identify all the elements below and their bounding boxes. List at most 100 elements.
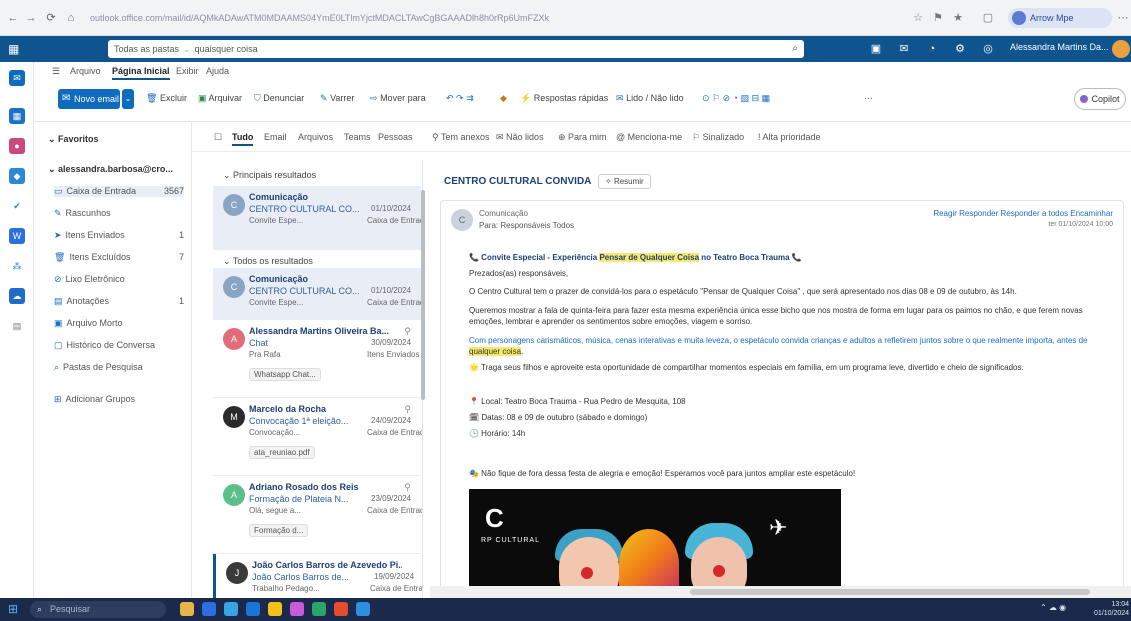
taskbar-app[interactable] — [180, 602, 194, 616]
tag-icon[interactable]: ◆ — [500, 93, 507, 104]
tab-menu-icon[interactable]: ☰ — [52, 66, 60, 77]
user-avatar[interactable] — [1112, 40, 1130, 58]
filter-menciona[interactable]: @ Menciona-me — [616, 132, 682, 142]
tab-arquivo[interactable]: Arquivo — [70, 66, 101, 76]
new-mail-dropdown[interactable]: ⌄ — [122, 89, 134, 109]
sender-name[interactable]: Comunicação — [479, 209, 528, 218]
taskbar-app[interactable] — [356, 602, 370, 616]
delete-button[interactable]: 🗑 Excluir — [146, 93, 187, 104]
filter-arquivos[interactable]: Arquivos — [298, 132, 333, 142]
folder-sent[interactable]: ➤ Itens Enviados 1 — [54, 230, 184, 241]
folder-notes[interactable]: ▤ Anotações 1 — [54, 296, 184, 307]
reading-scrollbar[interactable] — [430, 586, 1131, 598]
filter-email[interactable]: Email — [264, 132, 287, 142]
forward-icon[interactable]: → — [24, 11, 38, 25]
teams-icon[interactable]: ▣ — [868, 41, 884, 57]
system-tray[interactable]: ⌃ ☁ ◉ — [1040, 603, 1066, 612]
all-results-header[interactable]: ⌄ Todos os resultados — [223, 256, 313, 267]
filter-pessoas[interactable]: Pessoas — [378, 132, 413, 142]
megaphone-icon[interactable]: ✉ — [896, 41, 912, 57]
tab-pagina-inicial[interactable]: Página Inicial — [112, 66, 170, 80]
overflow-icon[interactable]: ⋯ — [864, 93, 873, 104]
collections-icon[interactable]: ▢ — [980, 10, 996, 26]
onedrive-icon[interactable]: ☁ — [9, 288, 25, 304]
list-item[interactable]: C Comunicação CENTRO CULTURAL CO... 01/1… — [213, 186, 422, 250]
new-mail-button[interactable]: ✉ Novo email — [58, 89, 120, 109]
calendar-icon[interactable]: ▦ — [9, 108, 25, 124]
taskbar-search[interactable]: ⌕ Pesquisar — [30, 601, 166, 618]
list-item[interactable]: A Adriano Rosado dos Reis ⚲ Formação de … — [213, 476, 422, 554]
taskbar-app[interactable] — [312, 602, 326, 616]
taskbar-app[interactable] — [202, 602, 216, 616]
add-group-button[interactable]: ⊞ Adicionar Grupos — [54, 394, 184, 405]
todo-icon[interactable]: ✔ — [9, 198, 25, 214]
folder-inbox[interactable]: ▭ Caixa de Entrada 3567 — [54, 186, 184, 197]
people-icon[interactable]: ● — [9, 138, 25, 154]
more-apps-icon[interactable]: ▤ — [9, 318, 25, 334]
tab-exibir[interactable]: Exibir — [176, 66, 199, 76]
list-item[interactable]: M Marcelo da Rocha ⚲ Convocação 1ª eleiç… — [213, 398, 422, 476]
copilot-button[interactable]: Copilot — [1074, 88, 1126, 110]
account-header[interactable]: ⌄ alessandra.barbosa@cro... — [48, 164, 178, 175]
taskbar-app[interactable] — [224, 602, 238, 616]
filter-sinalizado[interactable]: ⚐ Sinalizado — [692, 132, 744, 143]
taskbar-app[interactable] — [246, 602, 260, 616]
notifications-icon[interactable]: ◔ — [924, 41, 940, 57]
taskbar-app[interactable] — [290, 602, 304, 616]
attachment-chip[interactable]: ata_reuniao.pdf — [249, 446, 315, 459]
org-icon[interactable]: ⁂ — [9, 258, 25, 274]
message-list-scrollbar[interactable] — [421, 190, 425, 400]
filter-para-mim[interactable]: ⊕ Para mim — [558, 132, 607, 143]
taskbar-app[interactable] — [268, 602, 282, 616]
top-results-header[interactable]: ⌄ Principais resultados — [223, 170, 316, 181]
word-icon[interactable]: W — [9, 228, 25, 244]
filter-prioridade[interactable]: ! Alta prioridade — [758, 132, 821, 142]
refresh-icon[interactable]: ⟳ — [44, 11, 58, 25]
folder-drafts[interactable]: ✎ Rascunhos — [54, 208, 184, 219]
help-icon[interactable]: ◎ — [980, 41, 996, 57]
folder-junk[interactable]: ⊘ Lixo Eletrônico — [54, 274, 184, 285]
filter-teams[interactable]: Teams — [344, 132, 371, 142]
folder-history[interactable]: ▢ Histórico de Conversa — [54, 340, 184, 351]
tab-ajuda[interactable]: Ajuda — [206, 66, 229, 76]
folder-deleted[interactable]: 🗑 Itens Excluídos 7 — [54, 252, 184, 263]
move-button[interactable]: ⇨ Mover para — [370, 93, 426, 104]
search-box[interactable]: Todas as pastas ⌄ quaisquer coisa ⌕ — [108, 40, 804, 58]
summarize-button[interactable]: ✧ Resumir — [598, 174, 651, 189]
back-icon[interactable]: ← — [6, 11, 20, 25]
clock[interactable]: 13:04 01/10/2024 — [1094, 600, 1129, 618]
report-button[interactable]: ⛉ Denunciar — [254, 93, 304, 104]
recipients[interactable]: Para: Responsáveis Todos — [479, 221, 574, 230]
windows-start-icon[interactable]: ⊞ — [8, 602, 22, 616]
mail-icon[interactable]: ✉ — [9, 70, 25, 86]
archive-button[interactable]: ▣ Arquivar — [198, 93, 242, 104]
favorites-icon[interactable]: ★ — [950, 10, 966, 26]
folder-search[interactable]: ⌕ Pastas de Pesquisa — [54, 362, 184, 373]
settings-icon[interactable]: ⚙ — [952, 41, 968, 57]
favorites-header[interactable]: ⌄ Favoritos — [48, 134, 178, 145]
filter-tudo[interactable]: Tudo — [232, 132, 254, 146]
groups-icon[interactable]: ◆ — [9, 168, 25, 184]
filter-checkbox[interactable]: ☐ — [214, 132, 222, 143]
attachment-chip[interactable]: Formação d... — [249, 524, 309, 537]
user-name[interactable]: Alessandra Martins Da... — [1010, 42, 1109, 52]
filter-anexos[interactable]: ⚲ Tem anexos — [432, 132, 489, 143]
categorize-button[interactable]: ⊙ ⚐ ⊘ ◔ ▧ ⊟ ▦ — [702, 93, 770, 104]
reply-icons[interactable]: ↶ ↷ ⇉ — [446, 93, 474, 104]
list-item[interactable]: A Alessandra Martins Oliveira Ba... ⚲ Ch… — [213, 320, 421, 398]
profile-button[interactable]: Arrow Mpe — [1008, 8, 1112, 28]
quick-steps-button[interactable]: ⚡ Respostas rápidas — [520, 93, 608, 104]
search-scope[interactable]: Todas as pastas — [114, 44, 179, 54]
search-input[interactable]: quaisquer coisa — [195, 44, 258, 54]
extensions-icon[interactable]: ⚑ — [930, 10, 946, 26]
sweep-button[interactable]: ✎ Varrer — [320, 93, 354, 104]
read-unread-button[interactable]: ✉ Lido / Não lido — [616, 93, 684, 104]
home-icon[interactable]: ⌂ — [64, 11, 78, 25]
folder-archive[interactable]: ▣ Arquivo Morto — [54, 318, 184, 329]
email-actions[interactable]: Reagir Responder Responder a todos Encam… — [933, 209, 1113, 218]
taskbar-app[interactable] — [334, 602, 348, 616]
scrollbar-thumb[interactable] — [690, 589, 1090, 595]
more-icon[interactable]: ⋯ — [1115, 10, 1131, 26]
search-icon[interactable]: ⌕ — [792, 40, 798, 58]
star-icon[interactable]: ☆ — [910, 10, 926, 26]
